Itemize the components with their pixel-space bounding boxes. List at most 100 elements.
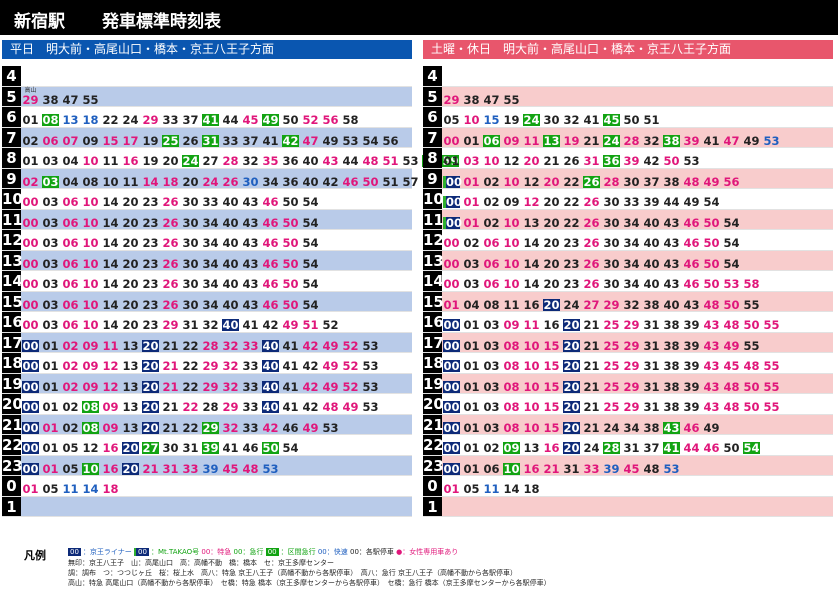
- departure-time: 50: [723, 435, 740, 455]
- minute-value: 00: [443, 236, 460, 250]
- minute-value: 25: [603, 359, 620, 373]
- departure-time: 42: [302, 353, 319, 373]
- minute-value: 37: [242, 133, 259, 148]
- minute-value: 53: [723, 277, 740, 291]
- departure-time: 43: [663, 210, 680, 230]
- departure-time: 21: [543, 148, 560, 168]
- departure-time: 11: [483, 476, 500, 496]
- departure-time: 00: [22, 333, 39, 353]
- departure-time: 41: [663, 435, 680, 455]
- legend-line-abbreviations: 調：調布 つ：つつじヶ丘 桜：桜上水 高八：特急 京王八王子（高幡不動から各駅停…: [68, 569, 517, 577]
- departure-time: 50: [703, 251, 720, 271]
- hour-row: 18 00 01 02 09 12 13 20 21 22 29 32 33 40 41 42 49 52 53: [2, 353, 412, 374]
- minute-value: 03: [42, 174, 59, 189]
- departure-time: 26: [222, 169, 239, 189]
- minute-value: 49: [743, 133, 760, 148]
- departure-time: 10: [463, 107, 480, 127]
- holiday-panel: 土曜・休日 明大前・高尾山口・橋本・京王八王子方面 4 5 29 38 47 55 6 05 1…: [423, 40, 833, 517]
- minute-value: 46: [683, 256, 700, 271]
- departure-time: 49: [322, 374, 339, 394]
- minute-value: 20: [543, 256, 560, 271]
- departure-time: 10: [503, 271, 520, 291]
- departure-time: 20: [162, 148, 179, 168]
- minute-value: 30: [623, 174, 640, 189]
- departure-time: 26: [583, 189, 600, 209]
- minute-value: 51: [643, 113, 660, 127]
- minute-value: 40: [222, 256, 239, 271]
- departure-time: 05: [42, 476, 59, 496]
- minute-value: 53: [362, 338, 379, 353]
- legend-title: 凡例: [24, 549, 46, 562]
- minutes-list: 01 03 10 12 20 21 26 31 36 39 42 50 53: [443, 148, 703, 168]
- minute-value: 29: [623, 338, 640, 353]
- minute-value: 01: [463, 400, 480, 414]
- minute-value: 06: [62, 318, 79, 332]
- minute-value: 50: [703, 277, 720, 291]
- departure-time: 40: [222, 251, 239, 271]
- hour-label: 23: [2, 455, 23, 475]
- minute-value: 48: [643, 461, 660, 476]
- minute-value: 50: [703, 256, 720, 271]
- departure-time: 42: [262, 312, 279, 332]
- departure-time: 01: [42, 456, 59, 476]
- departure-time: 01: [463, 210, 480, 230]
- departure-time: 06: [483, 230, 500, 250]
- minute-value: 49: [723, 338, 740, 353]
- minute-value: 04: [62, 154, 79, 168]
- departure-time: 08: [503, 333, 520, 353]
- departure-time: 49: [282, 312, 299, 332]
- departure-time: 20: [142, 394, 159, 414]
- departure-time: 01: [463, 353, 480, 373]
- minute-value: 03: [483, 379, 500, 394]
- departure-time: 23: [142, 189, 159, 209]
- departure-time: 20: [122, 292, 139, 312]
- minute-value: 10: [82, 461, 99, 476]
- minute-value: 20: [563, 338, 580, 353]
- departure-time: 00: [22, 230, 39, 250]
- minute-value: 39: [202, 461, 219, 476]
- minute-value: 20: [142, 379, 159, 394]
- minute-value: 22: [102, 113, 119, 127]
- minute-value: 40: [643, 236, 660, 250]
- departure-time: 25: [162, 128, 179, 148]
- hour-row: 5 高山 29 38 47 55: [2, 86, 412, 107]
- departure-time: 34: [623, 415, 640, 435]
- minute-value: 09: [82, 379, 99, 394]
- minute-value: 01: [463, 215, 480, 230]
- minute-value: 02: [62, 400, 79, 414]
- minute-value: 09: [102, 420, 119, 435]
- departure-time: 32: [222, 333, 239, 353]
- departure-time: 47: [302, 128, 319, 148]
- departure-time: 00: [443, 271, 460, 291]
- departure-time: 13: [122, 415, 139, 435]
- departure-time: 23: [142, 312, 159, 332]
- departure-time: 13: [122, 394, 139, 414]
- departure-time: 01: [42, 353, 59, 373]
- minute-value: 29: [623, 379, 640, 394]
- minute-value: 36: [603, 154, 620, 168]
- departure-time: 15: [102, 128, 119, 148]
- departure-time: 26: [162, 189, 179, 209]
- departure-time: 26: [583, 271, 600, 291]
- departure-time: 04: [62, 169, 79, 189]
- minute-value: 38: [643, 297, 660, 312]
- minute-value: 30: [603, 277, 620, 291]
- departure-time: 00: [443, 435, 460, 455]
- minute-value: 43: [663, 256, 680, 271]
- hour-label: 17: [423, 332, 444, 352]
- departure-time: 11: [523, 312, 540, 332]
- departure-time: 50: [282, 189, 299, 209]
- minute-value: 15: [543, 359, 560, 373]
- departure-time: 10: [523, 333, 540, 353]
- departure-time: 44: [663, 189, 680, 209]
- departure-time: 54: [362, 128, 379, 148]
- hour-label: 10: [423, 189, 444, 209]
- hour-label: 16: [423, 312, 444, 332]
- departure-time: 10: [503, 210, 520, 230]
- minute-value: 39: [683, 133, 700, 148]
- departure-time: 29: [623, 374, 640, 394]
- minute-value: 34: [262, 174, 279, 189]
- hour-row: 10 00 01 02 09 12 20 22 26 30 33 39 44 49 54: [423, 189, 833, 210]
- departure-time: 54: [302, 189, 319, 209]
- departure-time: 49: [322, 353, 339, 373]
